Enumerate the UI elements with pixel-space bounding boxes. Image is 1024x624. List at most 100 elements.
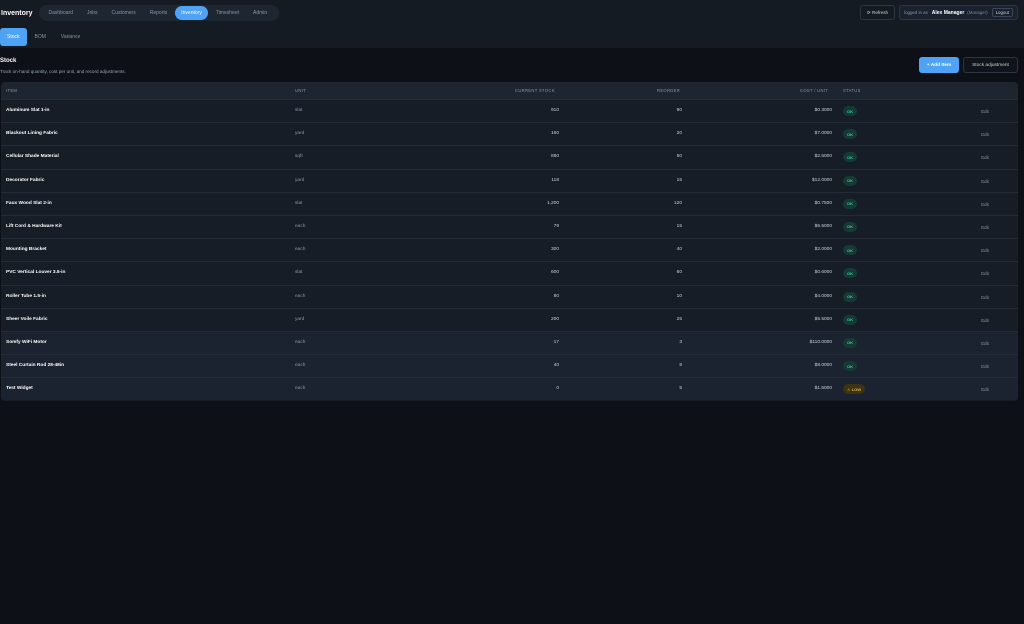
table-row: Mounting Bracket each 300 40 $2.0000 OK Edit [1, 238, 1018, 261]
item-name: Decorator Fabric [6, 177, 45, 183]
reorder-level: 50 [676, 154, 682, 160]
status-badge: OK [843, 106, 857, 116]
page-title: Stock [0, 58, 17, 64]
edit-button[interactable]: Edit [956, 383, 1014, 396]
column-header-reorder: REORDER [657, 88, 681, 93]
item-unit: yard [295, 177, 305, 183]
item-unit: slat [295, 108, 303, 113]
item-unit: sqft [295, 154, 303, 160]
current-stock: 0 [556, 386, 559, 392]
edit-button[interactable]: Edit [956, 337, 1014, 350]
table-row: Lift Cord & Hardware Kit each 79 15 $6.5000 O… [1, 214, 1018, 238]
reorder-level: 20 [676, 131, 682, 137]
nav-admin[interactable]: Admin [247, 6, 273, 20]
current-stock: 118 [551, 177, 559, 183]
reorder-level: 40 [676, 247, 682, 253]
reorder-level: 25 [676, 316, 682, 322]
edit-button[interactable]: Edit [956, 151, 1014, 164]
table-row: Sheer Voile Fabric yard 200 25 $5.5000 OK Edit [1, 307, 1018, 331]
item-name: Aluminum Slat 1-in [6, 108, 50, 113]
refresh-button[interactable]: ⟳ Refresh [859, 5, 896, 20]
status-badge: OK [843, 221, 857, 232]
item-name: Sheer Voile Fabric [6, 316, 48, 322]
top-navigation-bar: Inventory Dashboard Jobs Customers Repor… [0, 0, 1024, 26]
edit-button[interactable]: Edit [956, 221, 1014, 234]
logged-in-label: logged in as [904, 10, 928, 15]
status-badge: ⚠ LOW [843, 384, 866, 395]
reorder-level: 60 [676, 270, 682, 276]
item-name: Roller Tube 1.5-in [6, 293, 46, 299]
edit-button[interactable]: Edit [956, 198, 1014, 211]
nav-jobs[interactable]: Jobs [81, 6, 104, 20]
column-header-unit: UNIT [295, 88, 306, 93]
item-name: Test Widget [6, 386, 33, 392]
item-name: Somfy WiFi Motor [6, 339, 47, 345]
user-info: logged in as Alex Manager (Manager) Logo… [899, 5, 1018, 20]
cost-per-unit: $5.5000 [814, 316, 832, 322]
table-row: Faux Wood Slat 2-in slat 1,200 120 $0.7500 OK… [1, 191, 1018, 215]
status-badge: OK [843, 129, 857, 140]
edit-button[interactable]: Edit [956, 360, 1014, 373]
item-unit: yard [295, 316, 305, 322]
tab-stock[interactable]: Stock [0, 28, 27, 46]
current-stock: 300 [550, 247, 559, 253]
status-badge: OK [843, 361, 857, 372]
table-row: Aluminum Slat 1-in slat 910 90 $0.3000 OK Edit [1, 99, 1018, 122]
status-badge: OK [843, 245, 857, 256]
table-body: Aluminum Slat 1-in slat 910 90 $0.3000 OK Edit… [1, 99, 1018, 401]
user-name: Alex Manager [931, 9, 965, 16]
logout-button[interactable]: Logout [991, 8, 1013, 17]
edit-button[interactable]: Edit [956, 291, 1014, 304]
column-header-cost-per-unit: COST / UNIT [800, 88, 829, 93]
nav-reports[interactable]: Reports [144, 6, 174, 20]
nav-timesheet[interactable]: Timesheet [210, 6, 245, 20]
nav-customers[interactable]: Customers [106, 6, 142, 20]
reorder-level: 90 [676, 108, 682, 113]
item-name: Steel Curtain Rod 28-48in [6, 363, 65, 369]
table-row: PVC Vertical Louver 3.5-in slat 600 60 $0.60… [1, 261, 1018, 284]
add-item-button[interactable]: + Add Item [919, 57, 959, 73]
item-name: Cellular Shade Material [6, 154, 59, 160]
cost-per-unit: $0.6000 [814, 270, 832, 276]
item-unit: each [295, 293, 306, 299]
cost-per-unit: $0.7500 [814, 200, 832, 206]
cost-per-unit: $0.3000 [814, 108, 832, 113]
table-row: Blackout Lining Fabric yard 160 20 $7.0000 OK… [1, 122, 1018, 145]
tab-bom[interactable]: BOM [28, 28, 53, 46]
item-unit: each [295, 363, 306, 369]
current-stock: 160 [550, 131, 559, 137]
status-badge: OK [843, 198, 857, 209]
edit-button[interactable]: Edit [956, 244, 1014, 257]
edit-button[interactable]: Edit [956, 105, 1014, 118]
status-badge: OK [843, 152, 857, 163]
reorder-level: 5 [679, 386, 682, 392]
current-stock: 40 [553, 363, 559, 369]
edit-button[interactable]: Edit [956, 267, 1014, 280]
tab-variance[interactable]: Variance [54, 28, 87, 46]
stock-adjustment-button[interactable]: Stock adjustment [963, 57, 1018, 73]
edit-button[interactable]: Edit [956, 128, 1014, 141]
status-badge: OK [843, 314, 857, 325]
item-unit: each [295, 386, 306, 392]
current-stock: 200 [550, 316, 559, 322]
edit-button[interactable]: Edit [956, 314, 1014, 327]
current-stock: 910 [550, 108, 559, 113]
status-badge: OK [843, 337, 857, 348]
nav-inventory[interactable]: Inventory [175, 6, 208, 20]
reorder-level: 8 [679, 363, 682, 369]
status-badge: OK [843, 291, 857, 302]
nav-dashboard[interactable]: Dashboard [43, 6, 79, 20]
current-stock: 880 [550, 154, 559, 160]
status-badge: OK [843, 175, 857, 186]
current-stock: 600 [550, 270, 559, 276]
page-subtitle: Track on-hand quantity, cost per unit, a… [0, 69, 126, 74]
stock-section-header: Stock Track on-hand quantity, cost per u… [0, 56, 1024, 78]
edit-button[interactable]: Edit [956, 175, 1014, 188]
reorder-level: 15 [676, 223, 682, 229]
table-header: ITEM UNIT CURRENT STOCK REORDER COST / U… [1, 82, 1018, 99]
item-name: Blackout Lining Fabric [6, 131, 58, 137]
item-unit: yard [295, 131, 305, 137]
cost-per-unit: $1.5000 [814, 386, 832, 392]
item-name: Lift Cord & Hardware Kit [6, 223, 62, 229]
table-row: Decorator Fabric yard 118 15 $12.0000 OK Edit [1, 168, 1018, 192]
